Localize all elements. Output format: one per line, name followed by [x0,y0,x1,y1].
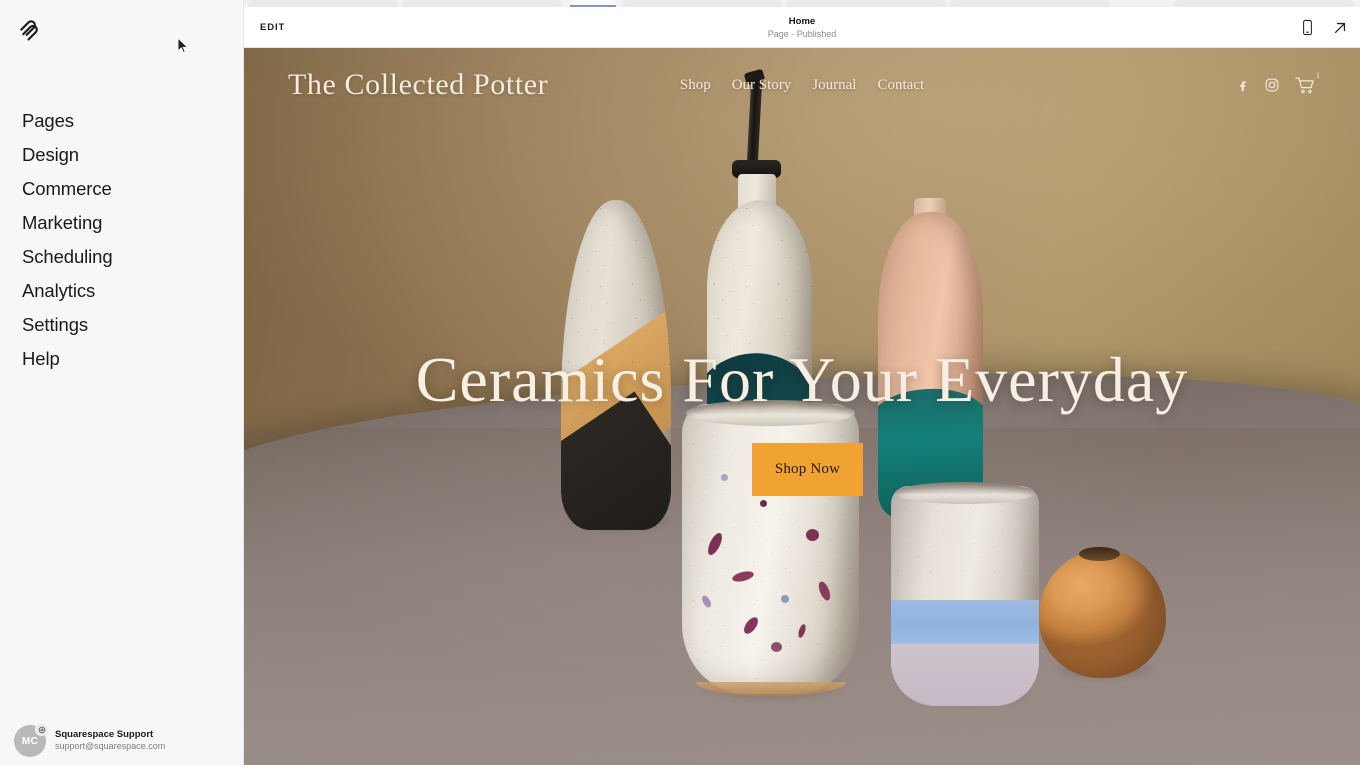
arrow-up-right-icon[interactable] [1332,20,1348,36]
sidebar-item-scheduling[interactable]: Scheduling [0,240,243,274]
sidebar-item-settings[interactable]: Settings [0,308,243,342]
browser-tab-strip [244,0,1360,7]
ceramic-terracotta-sphere [1039,547,1166,678]
page-status: Page · Published [767,28,837,39]
shop-now-button[interactable]: Shop Now [752,443,863,496]
hero-headline: Ceramics For Your Everyday [415,344,1189,415]
browser-tab-inactive[interactable] [622,0,782,7]
account-footer[interactable]: MC Squarespace Support support@squarespa… [0,717,243,765]
site-nav-our-story[interactable]: Our Story [732,77,792,94]
sidebar-item-design[interactable]: Design [0,138,243,172]
account-text: Squarespace Support support@squarespace.… [55,729,165,752]
squarespace-logo-icon[interactable] [14,16,44,46]
sidebar-item-marketing[interactable]: Marketing [0,206,243,240]
browser-tab-inactive[interactable] [402,0,562,7]
browser-tab-active[interactable] [570,0,616,7]
sidebar-item-pages[interactable]: Pages [0,104,243,138]
cart-count-badge: 1 [1316,71,1320,80]
edit-button[interactable]: EDIT [260,7,285,48]
at-sign-icon [35,723,48,736]
avatar-initials: MC [21,735,39,747]
account-name: Squarespace Support [55,729,154,741]
account-email: support@squarespace.com [55,741,166,752]
instagram-icon[interactable] [1265,78,1279,92]
sidebar-item-help[interactable]: Help [0,342,243,376]
site-nav-contact[interactable]: Contact [877,77,924,94]
browser-tab-inactive[interactable] [786,0,946,7]
site-nav-shop[interactable]: Shop [680,77,711,94]
site-nav-journal[interactable]: Journal [812,77,856,94]
sidebar-item-commerce[interactable]: Commerce [0,172,243,206]
site-preview[interactable]: The Collected Potter Shop Our Story Jour… [244,48,1360,765]
mobile-device-icon[interactable] [1301,19,1314,36]
browser-tab-inactive[interactable] [1174,0,1354,7]
avatar: MC [14,723,48,757]
site-header: The Collected Potter Shop Our Story Jour… [244,48,1360,122]
ceramic-blue-band-tumbler [891,482,1039,706]
browser-tab-inactive[interactable] [950,0,1110,7]
sidebar-nav: Pages Design Commerce Marketing Scheduli… [0,104,243,376]
browser-tab-inactive[interactable] [248,0,398,7]
site-brand[interactable]: The Collected Potter [288,68,548,102]
facebook-icon[interactable] [1236,79,1249,92]
page-info: Home Page · Published [244,7,1360,48]
mouse-cursor [177,36,189,54]
left-sidebar: Pages Design Commerce Marketing Scheduli… [0,0,244,765]
page-title: Home [788,15,816,27]
sidebar-item-analytics[interactable]: Analytics [0,274,243,308]
topbar-actions [1301,7,1348,48]
shopping-cart-icon[interactable]: 1 [1295,71,1320,94]
editor-topbar: EDIT Home Page · Published [244,7,1360,48]
site-header-icons: 1 [1236,71,1320,94]
